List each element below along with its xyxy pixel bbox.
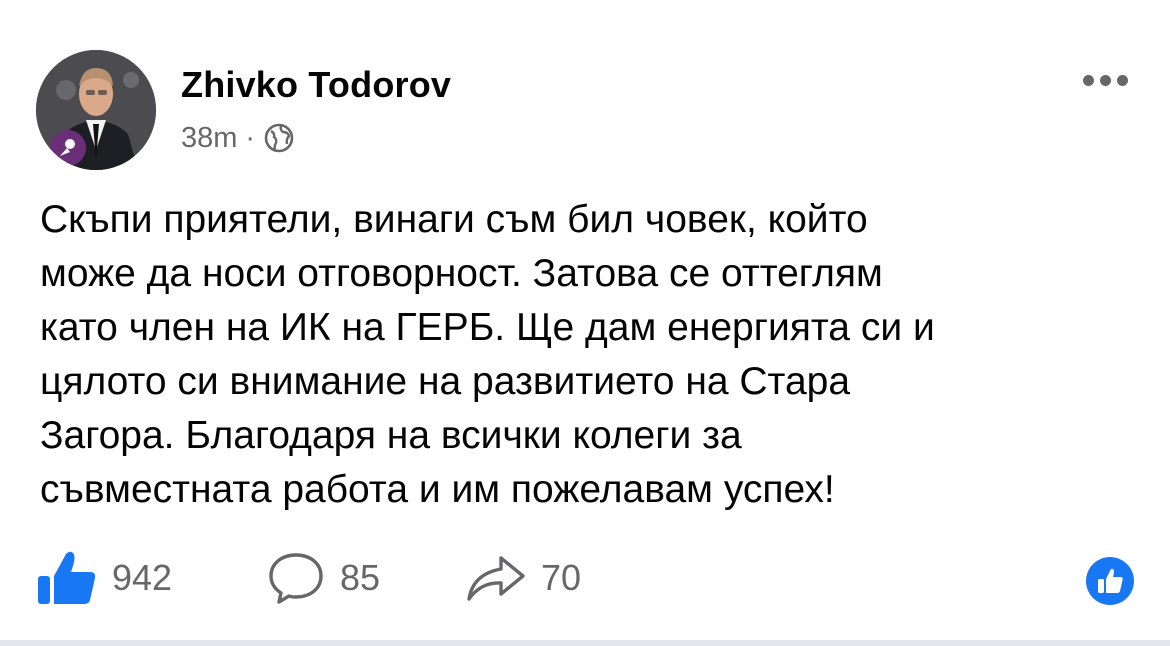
like-count: 942 — [112, 557, 173, 598]
post-meta: 38m · — [181, 120, 295, 156]
like-reaction-icon[interactable] — [1086, 557, 1134, 605]
comment-icon — [269, 553, 323, 604]
author-avatar[interactable] — [36, 50, 156, 170]
badge-icon — [60, 139, 75, 156]
comment-count: 85 — [340, 557, 381, 598]
share-button[interactable]: 70 — [465, 552, 581, 604]
share-count: 70 — [541, 557, 582, 598]
more-dot — [1082, 74, 1094, 86]
bottom-divider — [0, 640, 1170, 646]
comment-button[interactable]: 85 — [266, 550, 380, 606]
post-text: Скъпи приятели, винаги съм бил човек, ко… — [40, 198, 935, 511]
like-button[interactable]: 942 — [36, 550, 172, 606]
more-dot — [1116, 74, 1128, 86]
author-name[interactable]: Zhivko Todorov — [181, 64, 451, 106]
reaction-thumb-icon — [1098, 568, 1123, 593]
globe-icon[interactable] — [263, 122, 295, 154]
more-options-button[interactable] — [1078, 68, 1132, 92]
more-dot — [1099, 74, 1111, 86]
avatar-badge — [50, 130, 86, 166]
meta-separator: · — [245, 121, 256, 154]
thumbs-up-icon — [38, 551, 96, 604]
post-actions: 942 85 70 — [0, 550, 1170, 606]
share-icon — [467, 556, 525, 601]
post-time[interactable]: 38m — [181, 122, 237, 155]
